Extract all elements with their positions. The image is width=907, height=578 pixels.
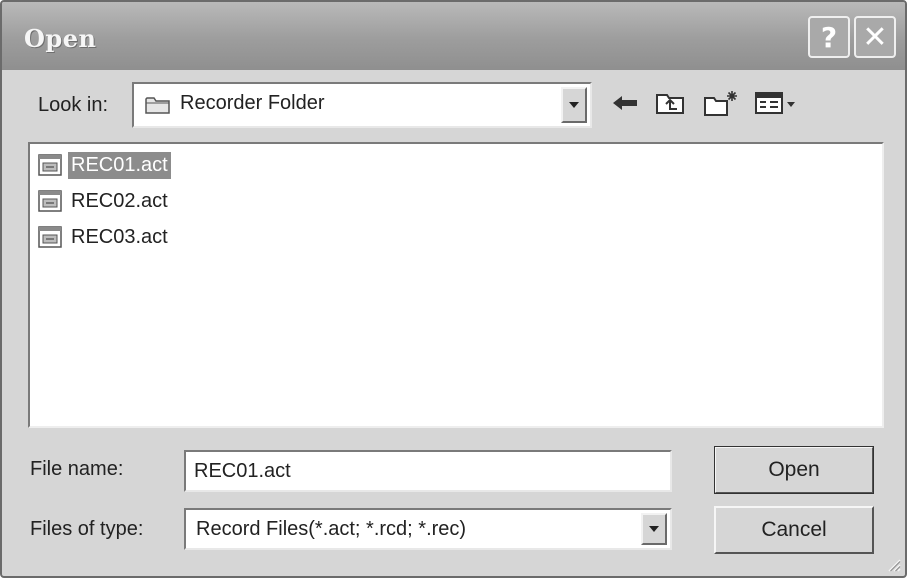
close-button[interactable]: ✕: [854, 16, 896, 58]
file-item[interactable]: REC01.act: [38, 150, 171, 180]
view-menu-button[interactable]: [752, 88, 804, 118]
files-of-type-dropdown-button[interactable]: [641, 513, 667, 545]
help-button[interactable]: ?: [808, 16, 850, 58]
folder-icon: [145, 97, 170, 114]
files-of-type-value: Record Files(*.act; *.rcd; *.rec): [196, 518, 467, 540]
question-mark-icon: ?: [820, 20, 838, 54]
create-new-folder-icon: [704, 91, 737, 116]
file-item[interactable]: REC03.act: [38, 222, 171, 252]
file-name-input[interactable]: [184, 450, 672, 492]
window-title: Open: [24, 24, 97, 53]
files-of-type-label: Files of type:: [30, 518, 144, 540]
up-one-level-button[interactable]: [652, 88, 688, 118]
chevron-down-icon: [569, 102, 579, 108]
close-icon: ✕: [862, 19, 888, 55]
sound-file-icon: [38, 190, 62, 212]
file-name-label: REC02.act: [71, 189, 168, 212]
sound-file-icon: [38, 226, 62, 248]
chevron-down-icon: [649, 526, 659, 532]
back-button[interactable]: [608, 88, 642, 118]
title-bar[interactable]: Open ? ✕: [2, 2, 905, 70]
files-of-type-dropdown[interactable]: Record Files(*.act; *.rcd; *.rec): [184, 508, 672, 550]
back-arrow-icon: [613, 96, 637, 110]
open-dialog: Open ? ✕ Look in: Recorder Folder REC01.…: [0, 0, 907, 578]
file-name-label: REC03.act: [71, 225, 168, 248]
resize-grip-icon[interactable]: [885, 556, 901, 572]
look-in-dropdown-button[interactable]: [561, 87, 587, 123]
view-menu-icon: [755, 92, 795, 114]
file-item[interactable]: REC02.act: [38, 186, 171, 216]
create-new-folder-button[interactable]: [700, 88, 742, 118]
file-name-label: REC01.act: [68, 151, 171, 179]
cancel-button[interactable]: Cancel: [714, 506, 874, 554]
look-in-label: Look in:: [38, 94, 109, 116]
sound-file-icon: [38, 154, 62, 176]
open-button[interactable]: Open: [714, 446, 874, 494]
file-list[interactable]: REC01.act REC02.act REC03.act: [28, 142, 884, 428]
file-name-label: File name:: [30, 458, 124, 480]
look-in-dropdown[interactable]: Recorder Folder: [132, 82, 592, 128]
look-in-value: Recorder Folder: [180, 92, 325, 114]
up-one-level-icon: [656, 94, 684, 114]
